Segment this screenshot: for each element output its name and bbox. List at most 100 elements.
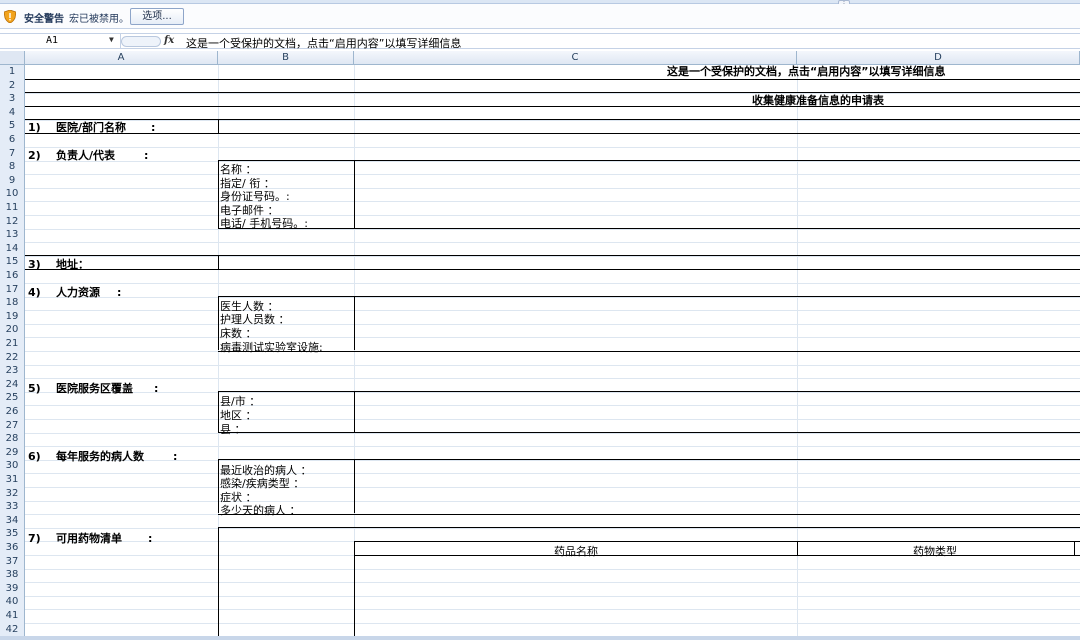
row-header[interactable]: 11 bbox=[0, 201, 25, 216]
cell-border bbox=[354, 296, 355, 350]
cell-border bbox=[218, 391, 219, 432]
chevron-down-icon[interactable]: ▼ bbox=[109, 35, 114, 44]
form-title: 收集健康准备信息的申请表 bbox=[752, 94, 884, 107]
field-phone: 电话/ 手机号码。: bbox=[220, 217, 308, 230]
row-header[interactable]: 23 bbox=[0, 364, 25, 379]
row-header[interactable]: 13 bbox=[0, 228, 25, 243]
row-header[interactable]: 36 bbox=[0, 541, 25, 556]
row-header[interactable]: 20 bbox=[0, 323, 25, 338]
select-all-corner[interactable] bbox=[0, 51, 25, 65]
field-nurses: 护理人员数 ： bbox=[220, 313, 290, 326]
column-header-b[interactable]: B bbox=[218, 51, 354, 65]
cell-border bbox=[218, 527, 1080, 528]
protected-notice: 这是一个受保护的文档，点击“启用内容”以填写详细信息 bbox=[667, 65, 946, 78]
section-number: 4) bbox=[28, 286, 41, 299]
gridline bbox=[25, 365, 1080, 366]
field-region: 地区 ： bbox=[220, 409, 257, 422]
section-number: 1) bbox=[28, 121, 41, 134]
gridline bbox=[25, 609, 1080, 610]
formula-bar-splitter[interactable] bbox=[121, 36, 161, 47]
formula-input[interactable]: 这是一个受保护的文档，点击“启用内容”以填写详细信息 bbox=[186, 35, 461, 51]
section-colon: : bbox=[151, 121, 156, 134]
row-header[interactable]: 16 bbox=[0, 269, 25, 284]
row-header[interactable]: 1 bbox=[0, 65, 25, 80]
field-infection-type: 感染/疾病类型 ： bbox=[220, 477, 305, 490]
gridline bbox=[25, 501, 1080, 502]
gridline bbox=[25, 120, 1080, 121]
name-box[interactable]: A1 ▼ bbox=[0, 34, 121, 49]
section-colon: : bbox=[148, 532, 153, 545]
row-header[interactable]: 31 bbox=[0, 473, 25, 488]
row-header[interactable]: 6 bbox=[0, 133, 25, 148]
gridline bbox=[25, 229, 1080, 230]
field-symptoms: 症状 ： bbox=[220, 491, 257, 504]
row-header[interactable]: 21 bbox=[0, 337, 25, 352]
field-id-number: 身份证号码。: bbox=[220, 190, 290, 203]
section-number: 5) bbox=[28, 382, 41, 395]
field-county: 县 ： bbox=[220, 423, 246, 436]
cell-border bbox=[218, 160, 1080, 161]
row-header[interactable]: 25 bbox=[0, 391, 25, 406]
field-email: 电子邮件 ： bbox=[220, 204, 279, 217]
cell-border bbox=[25, 119, 1080, 120]
gridline bbox=[25, 473, 1080, 474]
gridline bbox=[25, 93, 1080, 94]
row-header[interactable]: 10 bbox=[0, 187, 25, 202]
row-header[interactable]: 41 bbox=[0, 609, 25, 624]
worksheet-grid[interactable]: A B C D 1 2 3 4 5 6 7 8 9 10 11 12 13 14 15 16 17 18 19 20 2… bbox=[0, 51, 1080, 638]
row-header[interactable]: 28 bbox=[0, 432, 25, 447]
cell-border bbox=[25, 106, 1080, 107]
section-colon: : bbox=[173, 450, 178, 463]
cell-border bbox=[354, 541, 1080, 542]
row-header[interactable]: 8 bbox=[0, 160, 25, 175]
cell-border bbox=[25, 269, 1080, 270]
row-header[interactable]: 33 bbox=[0, 500, 25, 515]
column-header-c[interactable]: C bbox=[354, 51, 797, 65]
drug-table-header-name: 药品名称 bbox=[554, 545, 598, 558]
shield-warning-icon bbox=[4, 10, 16, 23]
row-header[interactable]: 18 bbox=[0, 296, 25, 311]
options-button[interactable]: 选项... bbox=[130, 8, 184, 25]
section-label-hospital: 医院/部门名称 bbox=[56, 121, 127, 134]
drug-table-header-type: 药物类型 bbox=[913, 545, 957, 558]
row-header[interactable]: 26 bbox=[0, 405, 25, 420]
cell-border bbox=[218, 459, 219, 513]
section-label-service-area: 医院服务区覆盖 bbox=[56, 382, 133, 395]
row-header[interactable]: 3 bbox=[0, 92, 25, 107]
column-header-a[interactable]: A bbox=[25, 51, 218, 65]
cell-border bbox=[218, 119, 219, 133]
section-number: 7) bbox=[28, 532, 41, 545]
formula-bar: A1 ▼ fx 这是一个受保护的文档，点击“启用内容”以填写详细信息 bbox=[0, 33, 1080, 51]
gridline bbox=[25, 174, 1080, 175]
field-designation: 指定/ 衔 ： bbox=[220, 177, 275, 190]
cell-border bbox=[25, 79, 1080, 80]
macros-disabled-text: 宏已被禁用。 bbox=[69, 14, 129, 25]
cell-border bbox=[218, 160, 219, 228]
cell-border bbox=[25, 133, 1080, 134]
horizontal-scrollbar[interactable] bbox=[0, 636, 1080, 640]
gridline bbox=[25, 147, 1080, 148]
gridline bbox=[25, 188, 1080, 189]
field-name: 名称 ： bbox=[220, 163, 257, 176]
gridline bbox=[25, 283, 1080, 284]
section-label-human-resources: 人力资源 bbox=[56, 286, 100, 299]
gridline bbox=[25, 446, 1080, 447]
row-header[interactable]: 40 bbox=[0, 595, 25, 610]
section-number: 3) bbox=[28, 258, 41, 271]
gridline bbox=[25, 582, 1080, 583]
section-number: 6) bbox=[28, 450, 41, 463]
row-header[interactable]: 35 bbox=[0, 527, 25, 542]
row-header[interactable]: 30 bbox=[0, 459, 25, 474]
gridline bbox=[25, 460, 1080, 461]
row-header[interactable]: 5 bbox=[0, 119, 25, 134]
row-header[interactable]: 15 bbox=[0, 255, 25, 270]
column-header-d[interactable]: D bbox=[797, 51, 1080, 65]
field-patient-days: 多少天的病人 ： bbox=[220, 504, 301, 517]
field-beds: 床数 ： bbox=[220, 327, 257, 340]
row-header[interactable]: 38 bbox=[0, 568, 25, 583]
gridline bbox=[25, 324, 1080, 325]
gridline bbox=[25, 256, 1080, 257]
section-label-drug-list: 可用药物清单 bbox=[56, 532, 122, 545]
insert-function-icon[interactable]: fx bbox=[164, 35, 174, 46]
section-label-address: 地址： bbox=[56, 258, 89, 271]
